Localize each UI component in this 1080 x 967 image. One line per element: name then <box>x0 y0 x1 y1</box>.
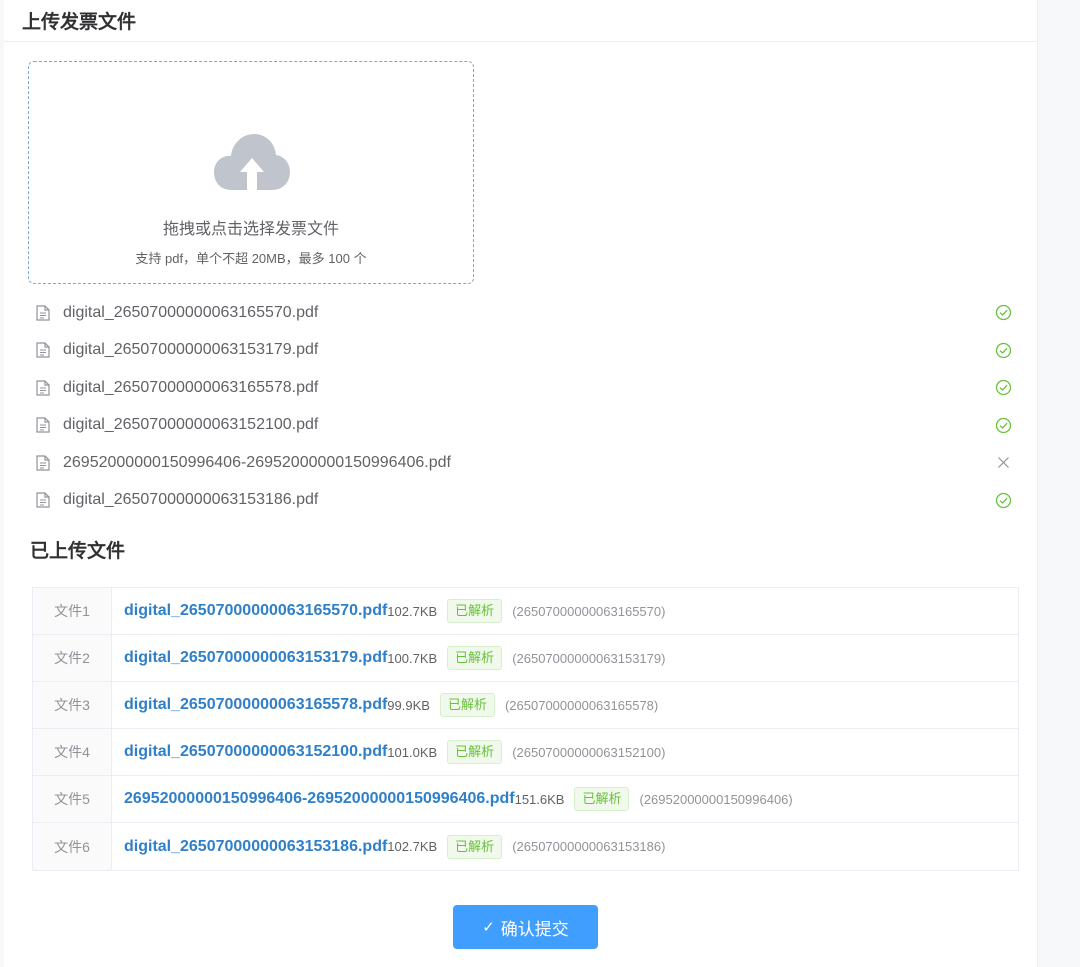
dropzone-hint-text: 支持 pdf，单个不超 20MB，最多 100 个 <box>135 251 367 266</box>
row-label: 文件4 <box>33 729 112 775</box>
success-check-icon <box>995 379 1012 396</box>
row-label: 文件1 <box>33 588 112 634</box>
upload-dropzone[interactable]: 拖拽或点击选择发票文件 支持 pdf，单个不超 20MB，最多 100 个 <box>28 61 474 284</box>
status-badge: 已解析 <box>439 693 495 717</box>
success-check-icon <box>995 492 1012 508</box>
table-row: 文件4 digital_26507000000063152100.pdf 101… <box>33 729 1018 776</box>
file-size: 102.7KB <box>387 839 438 854</box>
file-name: digital_26507000000063152100.pdf <box>63 416 319 434</box>
document-icon <box>36 492 50 508</box>
file-list-item[interactable]: 26952000000150996406-2695200000015099640… <box>32 444 1016 482</box>
status-badge: 已解析 <box>574 787 630 811</box>
table-row: 文件6 digital_26507000000063153186.pdf 102… <box>33 823 1018 870</box>
table-row: 文件1 digital_26507000000063165570.pdf 102… <box>33 588 1018 635</box>
close-icon[interactable] <box>995 454 1012 471</box>
file-size: 99.9KB <box>387 697 430 713</box>
file-link[interactable]: digital_26507000000063153179.pdf <box>124 649 387 667</box>
file-list-item[interactable]: digital_26507000000063165570.pdf <box>32 294 1016 332</box>
file-list-item[interactable]: digital_26507000000063153179.pdf <box>32 332 1016 370</box>
file-link[interactable]: digital_26507000000063153186.pdf <box>124 838 387 856</box>
submit-button-label: 确认提交 <box>500 919 569 939</box>
file-link[interactable]: 26952000000150996406-2695200000015099640… <box>124 790 515 808</box>
success-check-icon <box>995 304 1012 321</box>
success-check-icon <box>995 417 1012 433</box>
file-list-item[interactable]: digital_26507000000063152100.pdf <box>32 407 1016 445</box>
document-icon <box>36 342 50 358</box>
upload-file-list: digital_26507000000063165570.pdf digital… <box>32 294 1016 519</box>
invoice-code: (26952000000150996406) <box>639 791 793 807</box>
dropzone-main-text: 拖拽或点击选择发票文件 <box>162 221 339 238</box>
check-icon: ✓ <box>482 919 495 936</box>
file-name: digital_26507000000063165570.pdf <box>63 303 319 321</box>
table-row: 文件2 digital_26507000000063153179.pdf 100… <box>33 635 1018 682</box>
invoice-code: (26507000000063165578) <box>504 697 659 713</box>
page-title: 上传发票文件 <box>22 12 137 33</box>
status-badge: 已解析 <box>447 646 503 670</box>
table-row: 文件5 26952000000150996406-269520000001509… <box>33 776 1018 823</box>
success-check-icon <box>995 342 1012 358</box>
row-label: 文件6 <box>33 823 112 870</box>
file-name: 26952000000150996406-2695200000015099640… <box>63 453 451 471</box>
uploaded-files-table: 文件1 digital_26507000000063165570.pdf 102… <box>32 587 1019 871</box>
row-label: 文件2 <box>33 635 112 681</box>
invoice-code: (26507000000063153179) <box>512 650 666 666</box>
file-name: digital_26507000000063165578.pdf <box>63 378 319 396</box>
file-name: digital_26507000000063153186.pdf <box>63 491 319 509</box>
invoice-code: (26507000000063153186) <box>512 839 666 854</box>
file-link[interactable]: digital_26507000000063165578.pdf <box>124 696 387 714</box>
status-badge: 已解析 <box>447 834 503 859</box>
file-list-item[interactable]: digital_26507000000063153186.pdf <box>32 482 1016 520</box>
document-icon <box>36 417 50 433</box>
file-size: 101.0KB <box>387 744 438 760</box>
file-link[interactable]: digital_26507000000063165570.pdf <box>124 602 387 620</box>
row-label: 文件5 <box>33 776 112 822</box>
upload-card: 上传发票文件 拖拽或点击选择发票文件 支持 pdf，单个不超 20MB，最多 1… <box>4 0 1038 967</box>
status-badge: 已解析 <box>447 599 503 623</box>
invoice-code: (26507000000063165570) <box>512 603 666 619</box>
file-size: 102.7KB <box>387 603 438 619</box>
cloud-upload-icon <box>214 134 290 190</box>
document-icon <box>36 380 50 396</box>
file-size: 100.7KB <box>387 650 438 666</box>
card-header: 上传发票文件 <box>4 0 1037 42</box>
file-list-item[interactable]: digital_26507000000063165578.pdf <box>32 369 1016 407</box>
uploaded-files-title: 已上传文件 <box>30 541 126 562</box>
file-name: digital_26507000000063153179.pdf <box>63 341 319 359</box>
file-link[interactable]: digital_26507000000063152100.pdf <box>124 743 387 761</box>
document-icon <box>36 455 50 471</box>
file-size: 151.6KB <box>514 791 565 807</box>
document-icon <box>36 305 50 321</box>
row-label: 文件3 <box>33 682 112 728</box>
submit-button[interactable]: ✓ 确认提交 <box>453 905 598 949</box>
table-row: 文件3 digital_26507000000063165578.pdf 99.… <box>33 682 1018 729</box>
status-badge: 已解析 <box>447 740 503 764</box>
invoice-code: (26507000000063152100) <box>512 744 666 760</box>
